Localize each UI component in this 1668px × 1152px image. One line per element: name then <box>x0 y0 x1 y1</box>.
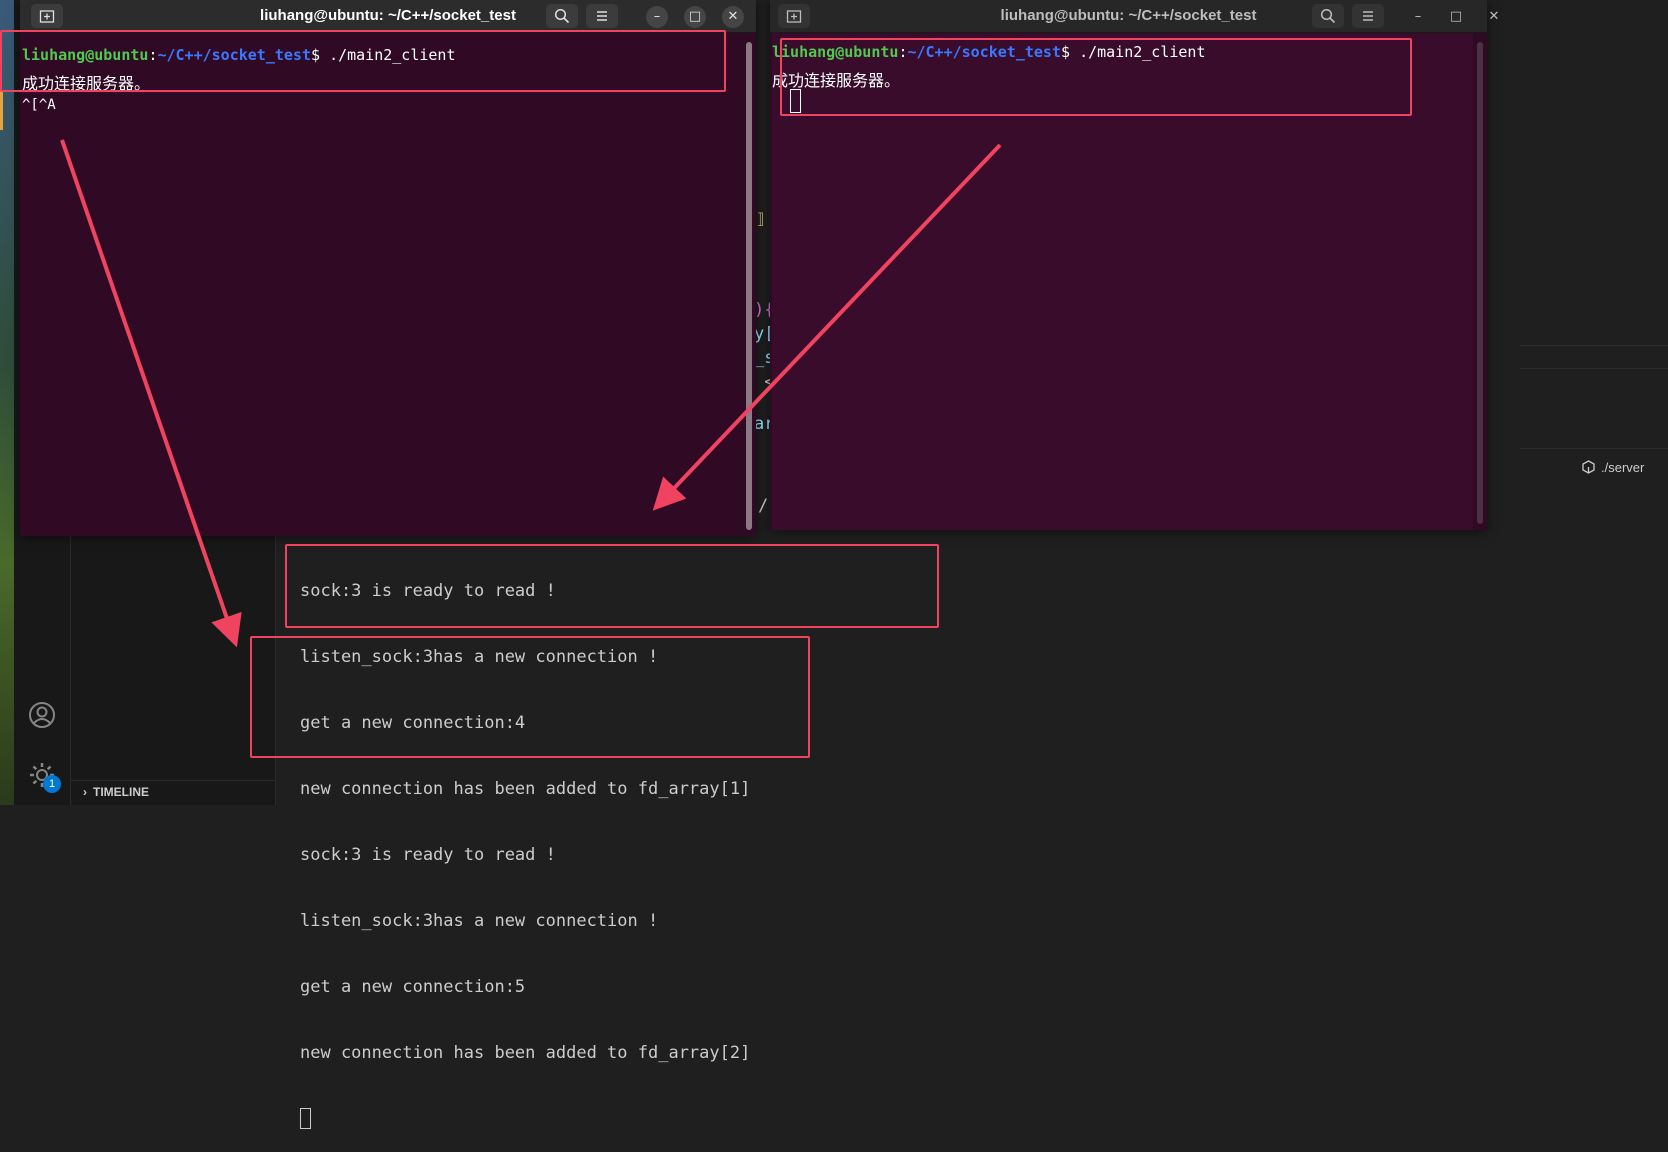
server-output-line: get a new connection:5 <box>300 977 526 997</box>
server-output-line: sock:3 is ready to read ! <box>300 845 556 865</box>
terminal-cursor <box>300 1108 311 1129</box>
arrow-left-to-connection-5 <box>60 139 242 648</box>
arrow-right-to-connection-4 <box>652 143 1002 511</box>
annotation-arrows <box>60 139 1002 648</box>
server-output-line: new connection has been added to fd_arra… <box>300 1043 751 1063</box>
server-output-line: listen_sock:3has a new connection ! <box>300 911 659 931</box>
